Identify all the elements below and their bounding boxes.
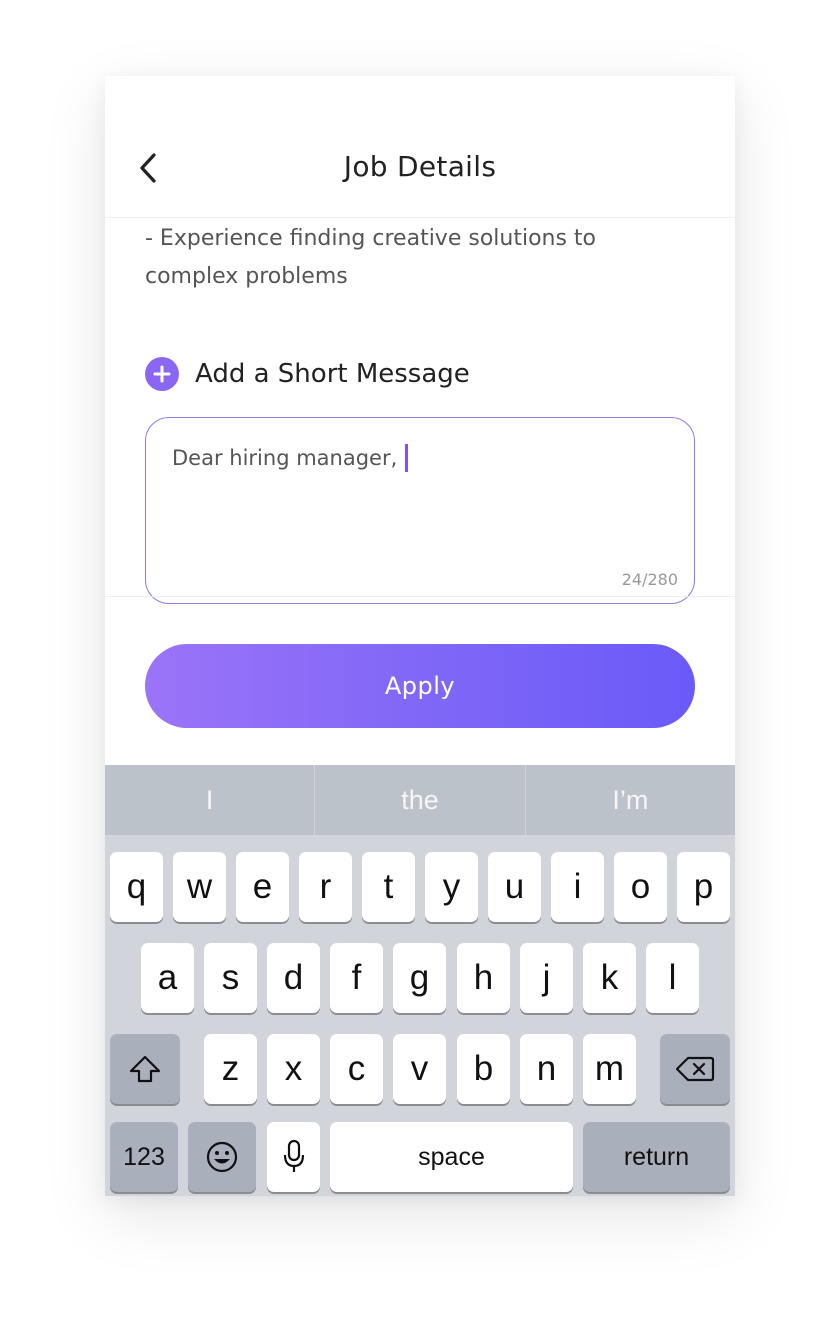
key-q[interactable]: q bbox=[110, 852, 163, 922]
key-e[interactable]: e bbox=[236, 852, 289, 922]
text-cursor bbox=[405, 444, 408, 472]
emoji-icon bbox=[206, 1141, 238, 1173]
key-v[interactable]: v bbox=[393, 1034, 446, 1104]
key-f[interactable]: f bbox=[330, 943, 383, 1013]
key-p[interactable]: p bbox=[677, 852, 730, 922]
add-message-label: Add a Short Message bbox=[195, 359, 470, 389]
key-x[interactable]: x bbox=[267, 1034, 320, 1104]
key-j[interactable]: j bbox=[520, 943, 573, 1013]
suggestion-bar: I the I’m bbox=[105, 765, 735, 835]
key-s[interactable]: s bbox=[204, 943, 257, 1013]
navigation-bar: Job Details bbox=[105, 76, 735, 218]
key-c[interactable]: c bbox=[330, 1034, 383, 1104]
page-title: Job Details bbox=[343, 150, 497, 183]
numbers-key[interactable]: 123 bbox=[110, 1122, 178, 1192]
key-n[interactable]: n bbox=[520, 1034, 573, 1104]
key-g[interactable]: g bbox=[393, 943, 446, 1013]
character-counter: 24/280 bbox=[621, 570, 678, 589]
key-l[interactable]: l bbox=[646, 943, 699, 1013]
message-textarea[interactable]: Dear hiring manager, 24/280 bbox=[145, 417, 695, 604]
key-b[interactable]: b bbox=[457, 1034, 510, 1104]
key-a[interactable]: a bbox=[141, 943, 194, 1013]
backspace-key[interactable] bbox=[660, 1034, 730, 1104]
key-w[interactable]: w bbox=[173, 852, 226, 922]
key-r[interactable]: r bbox=[299, 852, 352, 922]
shift-key[interactable] bbox=[110, 1034, 180, 1104]
plus-circle-icon bbox=[145, 357, 179, 391]
key-t[interactable]: t bbox=[362, 852, 415, 922]
key-m[interactable]: m bbox=[583, 1034, 636, 1104]
apply-button[interactable]: Apply bbox=[145, 644, 695, 728]
suggestion-item[interactable]: the bbox=[315, 765, 524, 835]
add-message-toggle[interactable]: Add a Short Message bbox=[145, 356, 470, 392]
message-value: Dear hiring manager, bbox=[172, 446, 398, 470]
shift-icon bbox=[129, 1055, 161, 1083]
key-i[interactable]: i bbox=[551, 852, 604, 922]
key-y[interactable]: y bbox=[425, 852, 478, 922]
microphone-icon bbox=[283, 1139, 304, 1172]
suggestion-item[interactable]: I bbox=[105, 765, 314, 835]
onscreen-keyboard: I the I’m q w e r t y u i o p a s d f g … bbox=[105, 765, 735, 1196]
job-description-text: - Experience finding creative solutions … bbox=[145, 226, 597, 289]
suggestion-item[interactable]: I’m bbox=[526, 765, 735, 835]
key-d[interactable]: d bbox=[267, 943, 320, 1013]
return-key[interactable]: return bbox=[583, 1122, 730, 1192]
phone-screen: Job Details - Experience finding creativ… bbox=[105, 76, 735, 1196]
key-h[interactable]: h bbox=[457, 943, 510, 1013]
space-key[interactable]: space bbox=[330, 1122, 573, 1192]
key-o[interactable]: o bbox=[614, 852, 667, 922]
microphone-key[interactable] bbox=[267, 1122, 320, 1192]
key-u[interactable]: u bbox=[488, 852, 541, 922]
key-k[interactable]: k bbox=[583, 943, 636, 1013]
message-text-wrap: Dear hiring manager, bbox=[172, 444, 408, 472]
backspace-icon bbox=[675, 1056, 715, 1082]
footer-divider bbox=[105, 596, 735, 597]
emoji-key[interactable] bbox=[188, 1122, 256, 1192]
key-z[interactable]: z bbox=[204, 1034, 257, 1104]
